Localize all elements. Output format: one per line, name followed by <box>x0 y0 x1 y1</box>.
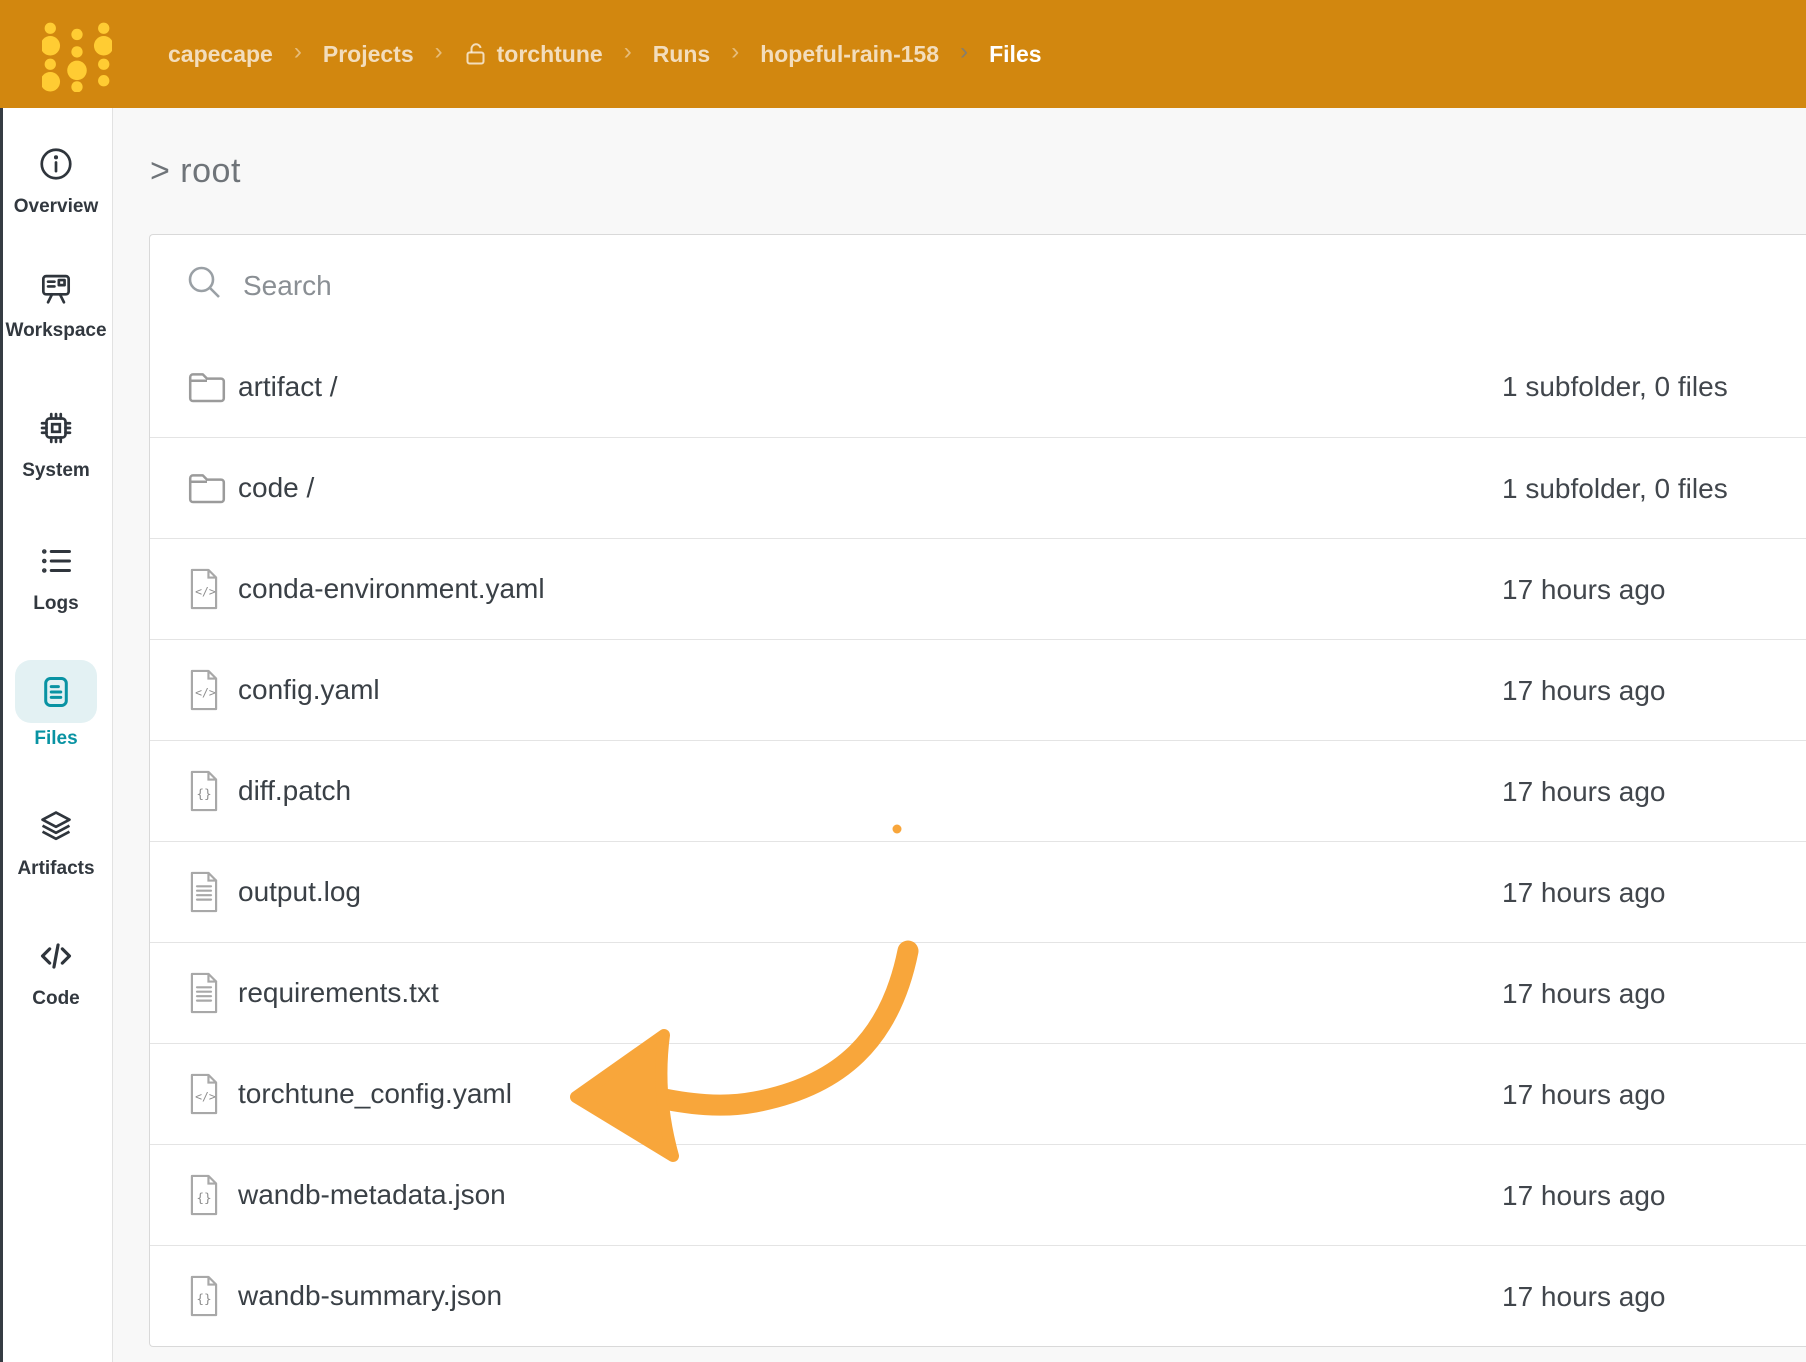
code-file-icon: </> <box>186 568 238 610</box>
file-meta: 17 hours ago <box>1502 1280 1666 1312</box>
main-panel: > root artifact /1 subfolder, 0 filescod… <box>113 108 1806 1362</box>
sidebar: Overview Workspace System Logs Files Artifact… <box>0 108 113 1362</box>
breadcrumb-label: Projects <box>322 40 414 67</box>
file-meta: 17 hours ago <box>1502 573 1666 605</box>
layers-icon <box>37 807 75 845</box>
folder-icon <box>186 468 238 508</box>
svg-text:</>: </> <box>195 685 216 699</box>
table-row[interactable]: </> conda-environment.yaml 17 hours ago <box>150 538 1806 639</box>
breadcrumb-label: Runs <box>652 40 711 67</box>
app-header: capecape › Projects › torchtune › Runs › hopeful… <box>0 0 1806 108</box>
json-file-icon: {} <box>186 1174 238 1216</box>
breadcrumb-separator: › <box>434 38 443 65</box>
svg-text:{}: {} <box>196 786 211 801</box>
sidebar-item-label: Overview <box>13 196 99 217</box>
file-name: diff.patch <box>238 775 352 806</box>
file-name: config.yaml <box>238 674 380 705</box>
svg-text:</>: </> <box>195 584 216 598</box>
file-meta: 17 hours ago <box>1502 775 1666 807</box>
sidebar-item-label: Files <box>34 728 78 749</box>
table-row[interactable]: </> torchtune_config.yaml 17 hours ago <box>150 1043 1806 1144</box>
unlock-icon <box>464 41 488 67</box>
folder-icon <box>186 367 238 407</box>
table-row[interactable]: {} wandb-metadata.json 17 hours ago <box>150 1144 1806 1245</box>
file-meta: 17 hours ago <box>1502 977 1666 1009</box>
document-icon <box>37 673 75 711</box>
sidebar-item-artifacts[interactable]: Artifacts <box>0 807 112 880</box>
file-name: requirements.txt <box>238 977 439 1008</box>
file-meta: 17 hours ago <box>1502 1179 1666 1211</box>
sidebar-item-label: Code <box>32 988 80 1009</box>
file-meta: 17 hours ago <box>1502 1078 1666 1110</box>
file-name: conda-environment.yaml <box>238 573 545 604</box>
table-row[interactable]: {} diff.patch 17 hours ago <box>150 740 1806 841</box>
svg-text:{}: {} <box>196 1291 211 1306</box>
breadcrumb-label: capecape <box>168 40 273 67</box>
breadcrumb-item-capecape[interactable]: capecape <box>168 41 273 68</box>
table-row[interactable]: requirements.txt 17 hours ago <box>150 942 1806 1043</box>
search-icon <box>186 264 224 307</box>
workspace-board-icon <box>37 269 75 307</box>
sidebar-item-label: Logs <box>33 593 79 614</box>
sidebar-item-logs[interactable]: Logs <box>0 542 112 615</box>
file-name: torchtune_config.yaml <box>238 1078 512 1109</box>
sidebar-item-label: Artifacts <box>17 858 95 879</box>
file-meta: 1 subfolder, 0 files <box>1502 370 1728 402</box>
json-file-icon: {} <box>186 770 238 812</box>
breadcrumb-separator: › <box>731 38 740 65</box>
sidebar-item-label: System <box>22 460 90 481</box>
file-meta: 17 hours ago <box>1502 876 1666 908</box>
breadcrumb: capecape › Projects › torchtune › Runs › hopeful… <box>168 0 1042 108</box>
breadcrumb-item-files[interactable]: Files <box>989 41 1041 68</box>
info-icon <box>37 145 75 183</box>
file-meta: 17 hours ago <box>1502 674 1666 706</box>
sidebar-active-pill <box>15 660 97 723</box>
path-heading: > root <box>150 152 241 190</box>
table-row[interactable]: code / 1 subfolder, 0 files <box>150 437 1806 538</box>
svg-text:</>: </> <box>195 1089 216 1103</box>
breadcrumb-separator: › <box>960 38 969 65</box>
text-file-icon <box>186 871 238 913</box>
breadcrumb-item-hopeful-rain-158[interactable]: hopeful-rain-158 <box>760 41 939 68</box>
json-file-icon: {} <box>186 1275 238 1317</box>
sidebar-item-overview[interactable]: Overview <box>0 145 112 218</box>
list-icon <box>37 542 75 580</box>
breadcrumb-label: torchtune <box>496 40 603 67</box>
text-file-icon <box>186 972 238 1014</box>
breadcrumb-label: hopeful-rain-158 <box>760 40 940 67</box>
file-name: output.log <box>238 876 361 907</box>
breadcrumb-item-runs[interactable]: Runs <box>653 41 711 68</box>
breadcrumb-label: Files <box>989 40 1042 67</box>
sidebar-item-files[interactable]: Files <box>0 660 112 750</box>
code-icon <box>37 937 75 975</box>
cpu-chip-icon <box>37 409 75 447</box>
file-meta: 1 subfolder, 0 files <box>1502 472 1728 504</box>
table-row[interactable]: artifact / 1 subfolder, 0 files <box>150 336 1806 437</box>
wandb-logo-icon[interactable] <box>40 18 114 93</box>
file-name: wandb-summary.json <box>238 1280 503 1311</box>
breadcrumb-item-projects[interactable]: Projects <box>323 41 414 68</box>
table-row[interactable]: {} wandb-summary.json 17 hours ago <box>150 1245 1806 1346</box>
file-name: code / <box>238 472 315 503</box>
sidebar-item-code[interactable]: Code <box>0 937 112 1010</box>
table-row[interactable]: </> config.yaml 17 hours ago <box>150 639 1806 740</box>
sidebar-item-workspace[interactable]: Workspace <box>0 269 112 342</box>
table-row[interactable]: output.log 17 hours ago <box>150 841 1806 942</box>
breadcrumb-item-torchtune[interactable]: torchtune <box>464 41 603 68</box>
sidebar-item-system[interactable]: System <box>0 409 112 482</box>
search-row <box>150 235 1806 336</box>
files-table: artifact / 1 subfolder, 0 files code / 1 su… <box>149 234 1806 1347</box>
svg-text:{}: {} <box>196 1190 211 1205</box>
search-input[interactable] <box>241 254 1806 317</box>
code-file-icon: </> <box>186 669 238 711</box>
breadcrumb-separator: › <box>623 38 632 65</box>
file-name: artifact / <box>238 370 338 402</box>
code-file-icon: </> <box>186 1073 238 1115</box>
breadcrumb-separator: › <box>293 38 302 65</box>
file-name: wandb-metadata.json <box>238 1179 506 1210</box>
sidebar-item-label: Workspace <box>5 320 107 341</box>
